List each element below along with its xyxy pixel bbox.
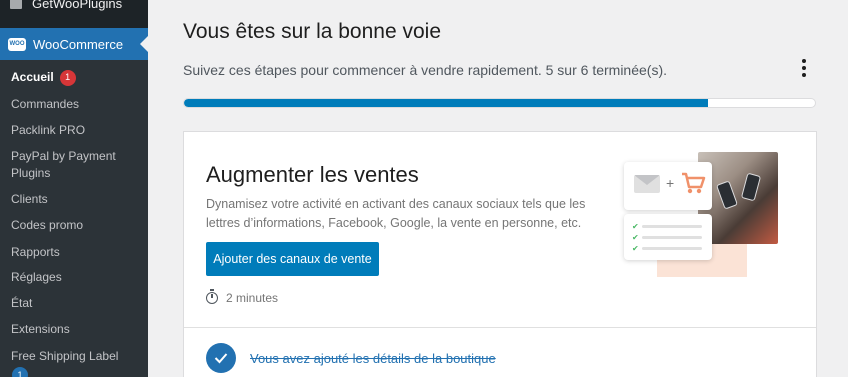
checklist-card: ✔ ✔ ✔ bbox=[624, 214, 712, 260]
sidebar-item-label: WooCommerce bbox=[33, 36, 124, 52]
check-icon: ✔ bbox=[632, 244, 639, 253]
checklist-row: ✔ bbox=[632, 222, 702, 231]
notification-badge: 1 bbox=[59, 69, 76, 86]
divider bbox=[184, 327, 816, 328]
woocommerce-logo-icon: WOO bbox=[8, 37, 26, 51]
add-sales-channels-button[interactable]: Ajouter des canaux de vente bbox=[206, 242, 379, 276]
task-time-estimate: 2 minutes bbox=[206, 289, 279, 305]
admin-sidebar: GetWooPlugins WOO WooCommerce Accueil 1 C… bbox=[0, 0, 148, 377]
task-description: Dynamisez votre activité en activant des… bbox=[206, 197, 586, 230]
sales-illustration: + ✔ ✔ ✔ bbox=[624, 152, 784, 282]
check-icon bbox=[206, 343, 236, 373]
task-title: Augmenter les ventes bbox=[206, 162, 419, 187]
completed-task-label: Vous avez ajouté les détails de la bouti… bbox=[250, 350, 496, 366]
shopping-cart-icon bbox=[682, 172, 706, 194]
submenu-item-accueil[interactable]: Accueil 1 bbox=[11, 69, 76, 86]
submenu-item-reglages[interactable]: Réglages bbox=[11, 269, 62, 286]
submenu-item-paypal[interactable]: PayPal by Payment Plugins bbox=[11, 148, 141, 182]
submenu-item-extensions[interactable]: Extensions bbox=[11, 321, 70, 338]
time-label: 2 minutes bbox=[226, 291, 279, 305]
active-menu-pointer bbox=[140, 36, 148, 52]
plugin-icon bbox=[10, 0, 22, 9]
completed-task-item[interactable]: Vous avez ajouté les détails de la bouti… bbox=[206, 343, 496, 373]
phone-icon bbox=[715, 180, 739, 210]
kebab-menu-icon[interactable] bbox=[796, 58, 812, 78]
notification-badge: 1 bbox=[12, 367, 28, 377]
submenu-item-commandes[interactable]: Commandes bbox=[11, 96, 79, 113]
phone-icon bbox=[740, 172, 762, 202]
stopwatch-icon bbox=[206, 289, 218, 304]
check-icon: ✔ bbox=[632, 233, 639, 242]
sidebar-item-getwooplugins[interactable]: GetWooPlugins bbox=[0, 0, 148, 14]
submenu-item-free-shipping-label[interactable]: Free Shipping Label bbox=[11, 348, 118, 365]
submenu-item-codes-promo[interactable]: Codes promo bbox=[11, 217, 83, 234]
checklist-row: ✔ bbox=[632, 233, 702, 242]
page-title: Vous êtes sur la bonne voie bbox=[183, 20, 442, 43]
sidebar-item-label: GetWooPlugins bbox=[32, 0, 123, 11]
submenu-item-packlink[interactable]: Packlink PRO bbox=[11, 122, 85, 139]
plus-icon: + bbox=[666, 175, 675, 191]
channels-card: + bbox=[624, 162, 712, 210]
checklist-row: ✔ bbox=[632, 244, 702, 253]
envelope-icon bbox=[634, 175, 660, 193]
submenu-item-etat[interactable]: État bbox=[11, 295, 32, 312]
sidebar-item-woocommerce[interactable]: WOO WooCommerce bbox=[0, 28, 148, 60]
submenu-item-label: Accueil bbox=[11, 70, 54, 84]
progress-bar bbox=[183, 98, 816, 108]
progress-summary: Suivez ces étapes pour commencer à vendr… bbox=[183, 62, 668, 78]
submenu-item-clients[interactable]: Clients bbox=[11, 191, 48, 208]
submenu-item-rapports[interactable]: Rapports bbox=[11, 244, 60, 261]
check-icon: ✔ bbox=[632, 222, 639, 231]
progress-fill bbox=[184, 99, 708, 107]
task-card: Augmenter les ventes Dynamisez votre act… bbox=[183, 131, 817, 377]
